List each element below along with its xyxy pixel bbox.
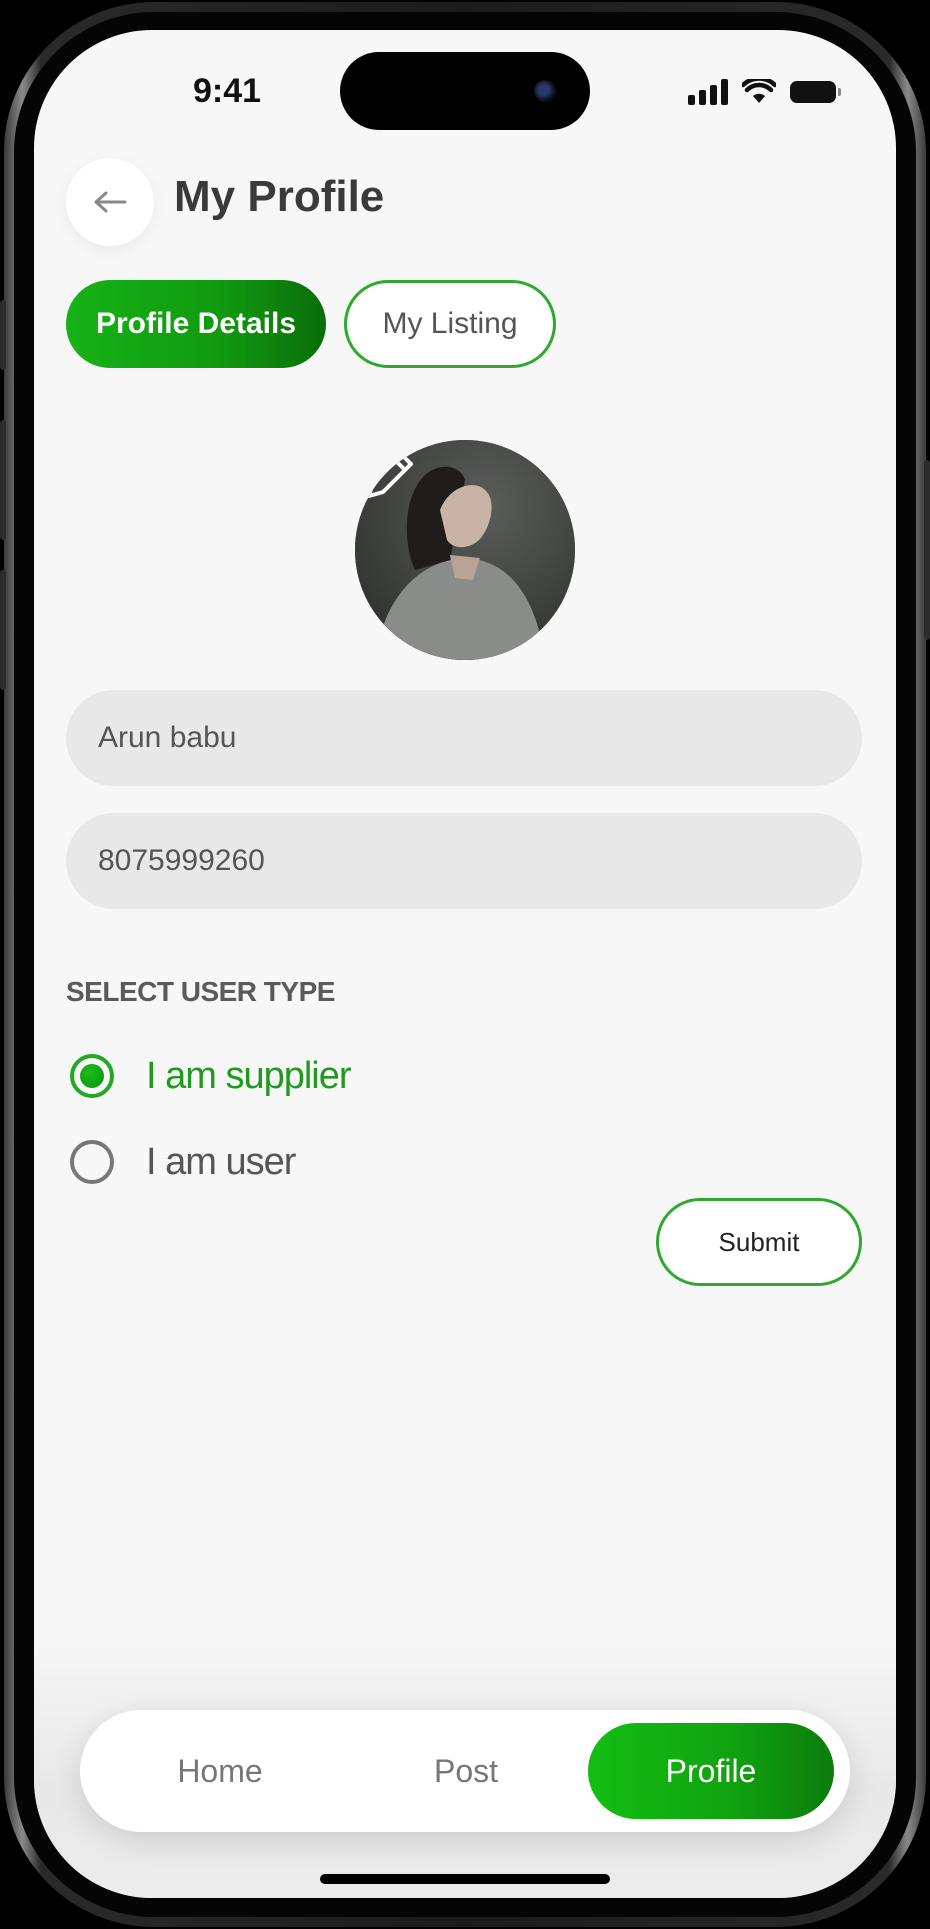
wifi-icon — [742, 79, 776, 103]
radio-label-user: I am user — [146, 1140, 296, 1183]
dynamic-island — [340, 52, 590, 130]
nav-post[interactable]: Post — [366, 1723, 566, 1819]
name-field[interactable]: Arun babu — [66, 690, 862, 786]
nav-home[interactable]: Home — [120, 1723, 320, 1819]
battery-icon — [790, 81, 841, 103]
tab-profile-details[interactable]: Profile Details — [66, 280, 326, 368]
screen: 9:41 My Profile Profile Details My Listi… — [34, 30, 896, 1898]
pencil-icon — [367, 452, 413, 498]
avatar[interactable] — [355, 440, 575, 660]
signal-icon — [688, 79, 728, 105]
radio-label-supplier: I am supplier — [146, 1054, 352, 1097]
radio-unselected-icon[interactable] — [70, 1140, 114, 1184]
bottom-nav: Home Post Profile — [80, 1710, 850, 1832]
arrow-left-icon — [94, 191, 127, 213]
radio-option-supplier[interactable]: I am supplier — [70, 1054, 352, 1098]
camera-icon — [534, 80, 556, 102]
radio-selected-icon[interactable] — [70, 1054, 114, 1098]
submit-button[interactable]: Submit — [656, 1198, 862, 1286]
volume-up-button — [0, 420, 6, 540]
phone-field[interactable]: 8075999260 — [66, 813, 862, 909]
home-indicator — [320, 1874, 610, 1884]
status-time: 9:41 — [192, 72, 262, 110]
status-icons — [688, 78, 841, 106]
radio-option-user[interactable]: I am user — [70, 1140, 296, 1184]
page-title: My Profile — [174, 172, 385, 221]
tab-my-listing[interactable]: My Listing — [344, 280, 556, 368]
nav-profile[interactable]: Profile — [588, 1723, 834, 1819]
power-button — [924, 460, 930, 640]
user-type-label: SELECT USER TYPE — [66, 976, 335, 1007]
silent-switch — [0, 300, 6, 370]
volume-down-button — [0, 570, 6, 690]
back-button[interactable] — [66, 158, 154, 246]
